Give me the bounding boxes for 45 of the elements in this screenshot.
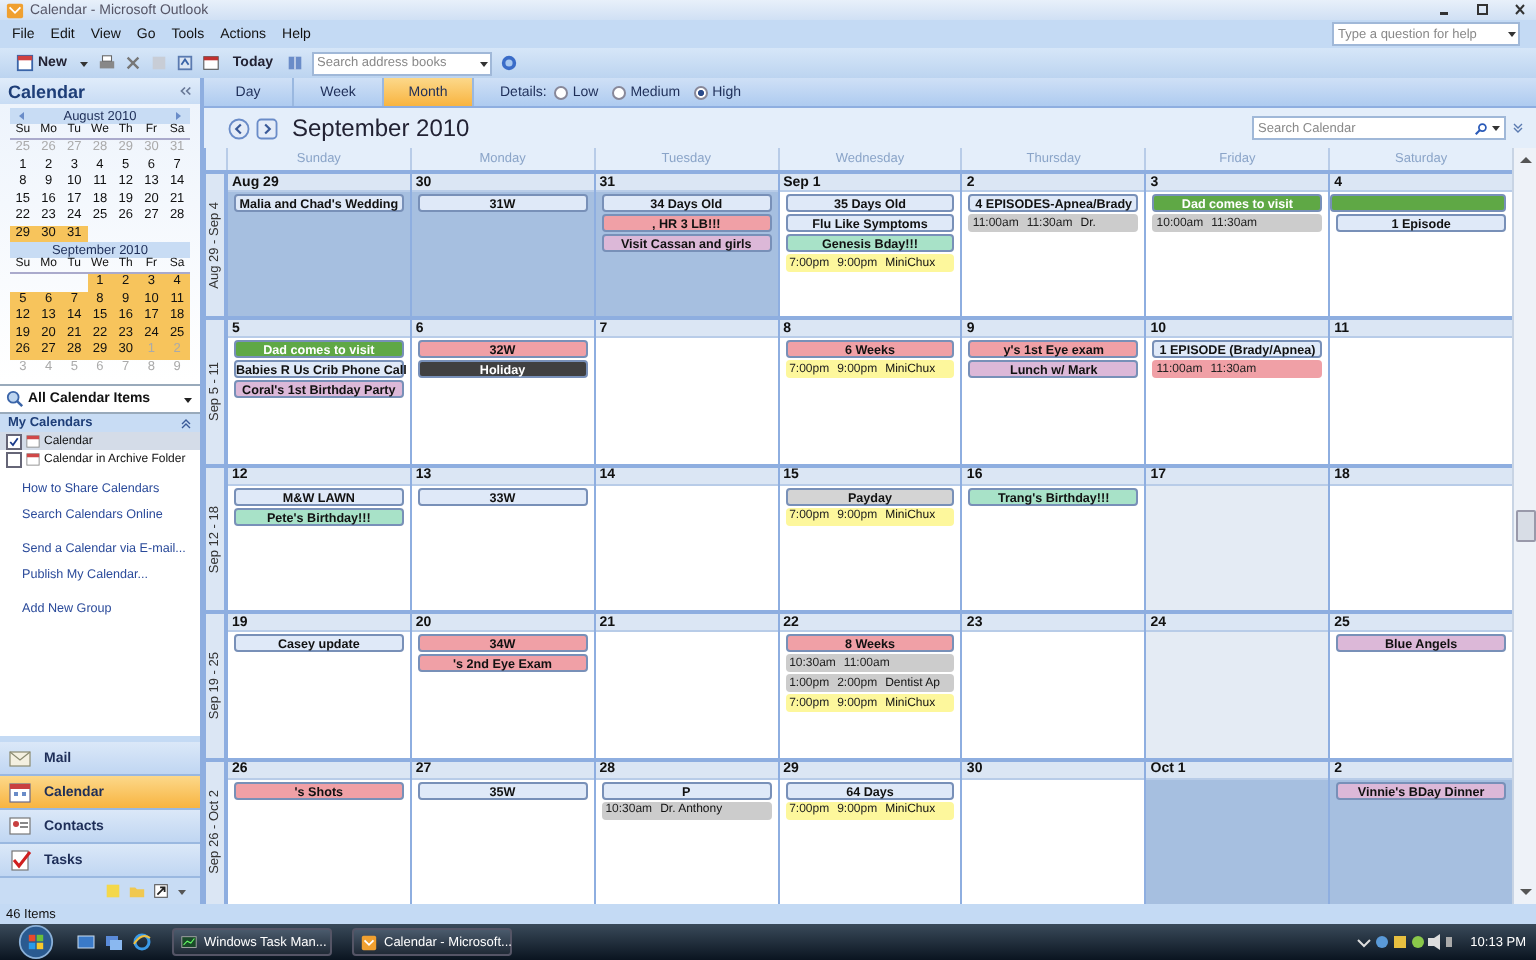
radio-button[interactable]: [554, 85, 569, 99]
radio-button[interactable]: [694, 85, 709, 99]
app-icon: [360, 933, 378, 951]
dropdown-arrow-icon: [182, 393, 194, 405]
scroll-down-icon[interactable]: [1517, 884, 1533, 900]
system-tray-drawing: [1354, 932, 1455, 952]
help-icon[interactable]: [499, 54, 518, 72]
search-icon: [6, 390, 24, 408]
scroll-up-icon[interactable]: [1517, 152, 1533, 168]
collapse-icon[interactable]: [180, 417, 192, 429]
expand-icon[interactable]: [1512, 122, 1524, 134]
envelope-icon: [8, 746, 32, 770]
shortcut-icon[interactable]: [152, 882, 170, 900]
calendar-icon[interactable]: [202, 54, 221, 72]
address-book-icon[interactable]: [285, 54, 304, 72]
monitor-icon: [180, 933, 198, 951]
calendar-icon: [26, 434, 40, 448]
radio-button[interactable]: [612, 85, 627, 99]
window-switch-icon[interactable]: [104, 932, 124, 952]
calendar-icon: [26, 452, 40, 466]
dropdown-arrow-icon[interactable]: [1490, 122, 1502, 134]
month-heading: September 2010: [292, 114, 470, 142]
maximize-icon[interactable]: [1472, 2, 1492, 18]
desktop-icon[interactable]: [76, 932, 96, 952]
checkbox[interactable]: [6, 433, 22, 449]
delete-icon[interactable]: [124, 54, 143, 72]
dropdown-arrow-icon[interactable]: [1506, 28, 1518, 40]
caret-icon[interactable]: [78, 57, 91, 69]
contact-card-icon: [8, 814, 32, 838]
new-item-icon: [16, 54, 34, 72]
pane-title: Calendar: [8, 81, 86, 101]
scroll-thumb[interactable]: [1515, 510, 1535, 542]
checkbox[interactable]: [6, 451, 22, 467]
start-button-icon[interactable]: [16, 924, 56, 960]
scrollbar[interactable]: [1512, 148, 1536, 904]
browser-icon[interactable]: [132, 932, 152, 952]
print-icon[interactable]: [98, 54, 117, 72]
caret-icon[interactable]: [176, 885, 188, 897]
checklist-icon: [8, 848, 32, 872]
calendar-icon: [8, 780, 32, 804]
app-icon: [6, 1, 24, 19]
search-icon[interactable]: [1474, 121, 1488, 135]
dropdown-arrow-icon[interactable]: [477, 57, 490, 69]
collapse-icon[interactable]: [178, 84, 192, 98]
close-icon[interactable]: [1510, 2, 1530, 18]
